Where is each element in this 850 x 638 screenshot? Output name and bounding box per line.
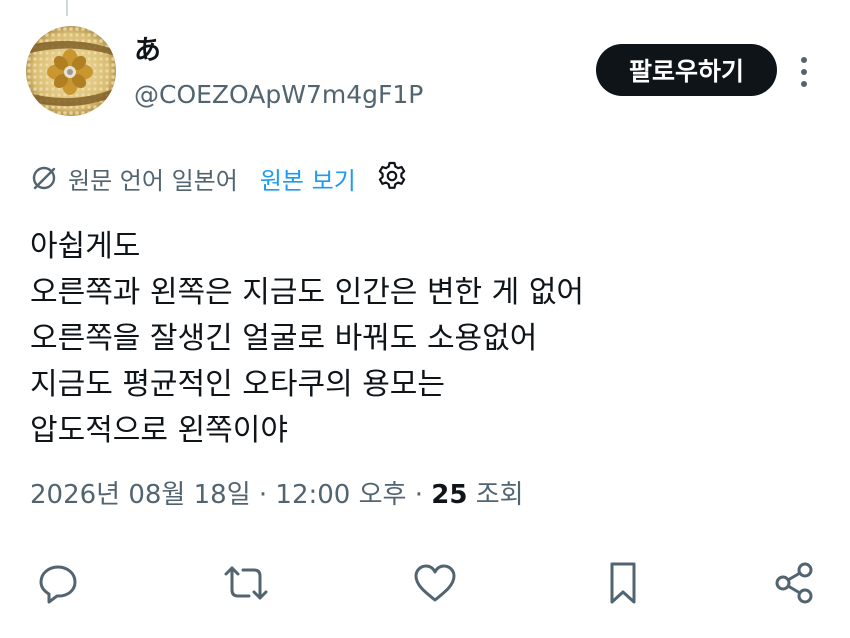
translation-settings-button[interactable] <box>376 160 408 196</box>
action-bar <box>0 552 850 612</box>
user-handle[interactable]: @COEZOApW7m4gF1P <box>134 80 423 109</box>
reply-button[interactable] <box>33 558 83 608</box>
heart-icon <box>414 564 456 602</box>
tweet-line: 압도적으로 왼쪽이야 <box>30 413 288 448</box>
tweet-line: 오른쪽을 잘생긴 얼굴로 바꿔도 소용없어 <box>30 321 538 356</box>
bookmark-icon <box>610 562 636 604</box>
retweet-icon <box>224 566 268 600</box>
reply-icon <box>39 565 77 604</box>
translate-icon <box>32 166 56 190</box>
follow-button[interactable]: 팔로우하기 <box>596 44 777 96</box>
view-count[interactable]: 25 <box>431 480 467 510</box>
share-button[interactable] <box>770 558 820 608</box>
view-label: 조회 <box>467 480 524 510</box>
bookmark-button[interactable] <box>598 558 648 608</box>
tweet-line: 지금도 평균적인 오타쿠의 용모는 <box>30 367 446 402</box>
tweet-meta: 2026년 08월 18일 · 12:00 오후 · 25 조회 <box>30 474 524 511</box>
like-button[interactable] <box>410 558 460 608</box>
share-icon <box>775 562 813 604</box>
display-name[interactable]: あ <box>134 28 161 67</box>
translation-source-label: 원문 언어 일본어 <box>68 166 238 195</box>
avatar[interactable] <box>26 26 116 116</box>
more-vertical-icon <box>801 57 807 87</box>
gear-icon <box>378 161 405 189</box>
timestamp[interactable]: 2026년 08월 18일 · 12:00 오후 · <box>30 480 431 510</box>
show-original-link[interactable]: 원본 보기 <box>260 161 356 196</box>
avatar-image <box>26 26 116 116</box>
tweet-line: 아쉽게도 <box>30 229 141 264</box>
translation-bar: 원문 언어 일본어 원본 보기 <box>30 158 408 198</box>
thread-connector <box>66 0 68 16</box>
retweet-button[interactable] <box>221 558 271 608</box>
tweet-line: 오른쪽과 왼쪽은 지금도 인간은 변한 게 없어 <box>30 275 585 310</box>
tweet-text: 아쉽게도 오른쪽과 왼쪽은 지금도 인간은 변한 게 없어 오른쪽을 잘생긴 얼… <box>30 224 820 454</box>
more-options-button[interactable] <box>792 52 816 92</box>
